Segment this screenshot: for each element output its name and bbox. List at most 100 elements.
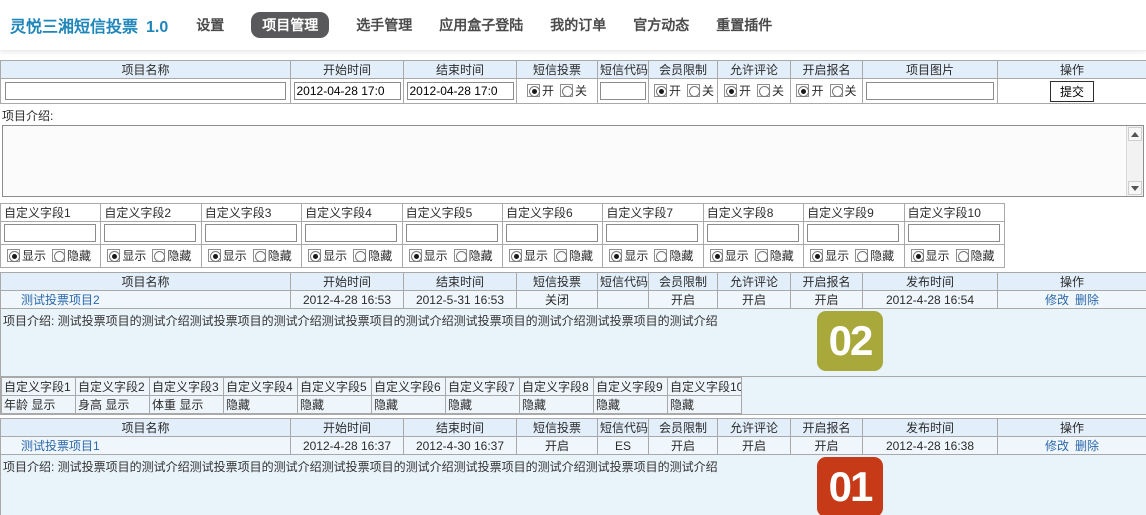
hide-radio[interactable]: 隐藏 (52, 247, 91, 264)
column-header: 结束时间 (403, 60, 517, 79)
show-radio[interactable]: 显示 (910, 247, 950, 264)
hide-radio[interactable]: 隐藏 (453, 247, 493, 264)
member-limit-cell: 开启 (648, 436, 718, 455)
scroll-down-button[interactable] (1128, 181, 1142, 195)
column-header: 允许评论 (717, 272, 791, 291)
member-limit-on-radio[interactable]: 开 (654, 82, 681, 99)
show-radio[interactable]: 显示 (508, 247, 548, 264)
project-table: 项目名称 开始时间 结束时间 短信投票 短信代码 会员限制 允许评论 开启报名 … (0, 418, 1146, 515)
sms-code-input[interactable] (600, 82, 646, 100)
menu-item-settings[interactable]: 设置 (196, 15, 224, 35)
delete-link[interactable]: 删除 (1075, 293, 1099, 307)
column-header: 短信投票 (516, 60, 598, 79)
custom-field-input[interactable] (907, 224, 1000, 242)
radio-icon (526, 84, 540, 97)
project-intro-textarea[interactable] (2, 125, 1144, 197)
member-limit-off-radio[interactable]: 关 (687, 82, 714, 99)
signup-on-radio[interactable]: 开 (796, 82, 824, 99)
listing-header-row: 项目名称 开始时间 结束时间 短信投票 短信代码 会员限制 允许评论 开启报名 … (0, 418, 1146, 437)
hide-radio[interactable]: 隐藏 (754, 247, 794, 264)
show-radio[interactable]: 显示 (810, 247, 849, 264)
sms-vote-off-radio[interactable]: 关 (560, 82, 587, 99)
triangle-down-icon (1131, 185, 1139, 191)
allow-comment-cell: 开启 (717, 290, 791, 309)
column-header: 项目名称 (0, 272, 291, 291)
radio-label: 显示 (925, 249, 950, 263)
project-name-link[interactable]: 测试投票项目1 (21, 439, 100, 453)
column-header: 短信投票 (516, 272, 598, 291)
hide-radio[interactable]: 隐藏 (353, 247, 392, 264)
show-radio[interactable]: 显示 (308, 247, 347, 264)
show-radio[interactable]: 显示 (107, 247, 146, 264)
custom-field-input[interactable] (104, 224, 197, 242)
hide-radio[interactable]: 隐藏 (855, 247, 894, 264)
custom-field-label: 自定义字段8 (519, 377, 594, 396)
start-time-cell: 2012-4-28 16:53 (290, 290, 404, 309)
show-radio[interactable]: 显示 (7, 247, 46, 264)
custom-field-input[interactable] (204, 224, 297, 242)
custom-field-labels-row: 自定义字段1 自定义字段2 自定义字段3 自定义字段4 自定义字段5 自定义字段… (1, 377, 742, 396)
show-radio[interactable]: 显示 (609, 247, 648, 264)
delete-link[interactable]: 删除 (1075, 439, 1099, 453)
custom-field-input[interactable] (305, 224, 398, 242)
allow-comment-on-radio[interactable]: 开 (723, 82, 751, 99)
table-row: 测试投票项目1 2012-4-28 16:37 2012-4-30 16:37 … (0, 436, 1146, 455)
menu-item-project-management[interactable]: 项目管理 (251, 12, 330, 38)
hide-radio[interactable]: 隐藏 (654, 247, 693, 264)
column-header: 开启报名 (790, 418, 863, 437)
custom-field-input[interactable] (405, 224, 498, 242)
custom-field-value: 年龄 显示 (1, 395, 76, 414)
menu-item-player-management[interactable]: 选手管理 (356, 15, 412, 35)
radio-label: 显示 (724, 249, 749, 263)
radio-label: 显示 (624, 249, 649, 263)
end-time-input[interactable] (406, 82, 514, 100)
signup-cell: 开启 (790, 290, 863, 309)
edit-link[interactable]: 修改 (1045, 439, 1069, 453)
form-input-row: 开 关 开 关 开 关 开 关 提交 (0, 78, 1146, 104)
hide-radio[interactable]: 隐藏 (955, 247, 995, 264)
custom-field-value: 隐藏 (519, 395, 594, 414)
radio-label: 隐藏 (468, 249, 493, 263)
column-header: 会员限制 (648, 60, 718, 79)
menu-item-appbox-login[interactable]: 应用盒子登陆 (439, 15, 523, 35)
column-header: 开始时间 (290, 418, 404, 437)
end-time-cell: 2012-4-30 16:37 (403, 436, 517, 455)
radio-icon (709, 249, 723, 262)
custom-field-input[interactable] (606, 224, 699, 242)
show-radio[interactable]: 显示 (408, 247, 448, 264)
signup-off-radio[interactable]: 关 (829, 82, 857, 99)
radio-icon (207, 249, 221, 262)
project-image-input[interactable] (866, 82, 994, 100)
hide-radio[interactable]: 隐藏 (152, 247, 191, 264)
scroll-up-button[interactable] (1128, 127, 1142, 141)
textarea-scrollbar[interactable] (1126, 126, 1143, 196)
radio-icon (810, 249, 824, 262)
show-radio[interactable]: 显示 (207, 247, 247, 264)
custom-field-input[interactable] (4, 224, 96, 242)
project-name-link[interactable]: 测试投票项目2 (21, 293, 100, 307)
project-name-input[interactable] (5, 82, 286, 100)
signup-cell: 开启 (790, 436, 863, 455)
hide-radio[interactable]: 隐藏 (252, 247, 292, 264)
menu-item-official-news[interactable]: 官方动态 (633, 15, 689, 35)
radio-icon (829, 84, 843, 97)
menu-item-reset-plugin[interactable]: 重置插件 (716, 15, 772, 35)
column-header: 会员限制 (648, 272, 718, 291)
show-radio[interactable]: 显示 (709, 247, 749, 264)
edit-link[interactable]: 修改 (1045, 293, 1069, 307)
custom-field-radios-row: 显示 隐藏 显示 隐藏 显示 隐藏 显示 隐藏 显示 隐藏 显示 隐藏 显示 隐藏 显示 隐藏 … (0, 244, 1006, 268)
hide-radio[interactable]: 隐藏 (553, 247, 593, 264)
custom-field-value: 隐藏 (297, 395, 372, 414)
custom-field-input[interactable] (505, 224, 598, 242)
start-time-input[interactable] (293, 82, 401, 100)
radio-label: 隐藏 (669, 249, 694, 263)
menu-item-my-orders[interactable]: 我的订单 (550, 15, 606, 35)
custom-field-input[interactable] (706, 224, 799, 242)
allow-comment-off-radio[interactable]: 关 (757, 82, 784, 99)
custom-field-input[interactable] (807, 224, 900, 242)
member-limit-cell: 开启 (648, 290, 718, 309)
sms-vote-on-radio[interactable]: 开 (526, 82, 554, 99)
submit-button[interactable]: 提交 (1049, 80, 1094, 102)
radio-icon (910, 249, 924, 262)
column-header: 允许评论 (717, 60, 791, 79)
